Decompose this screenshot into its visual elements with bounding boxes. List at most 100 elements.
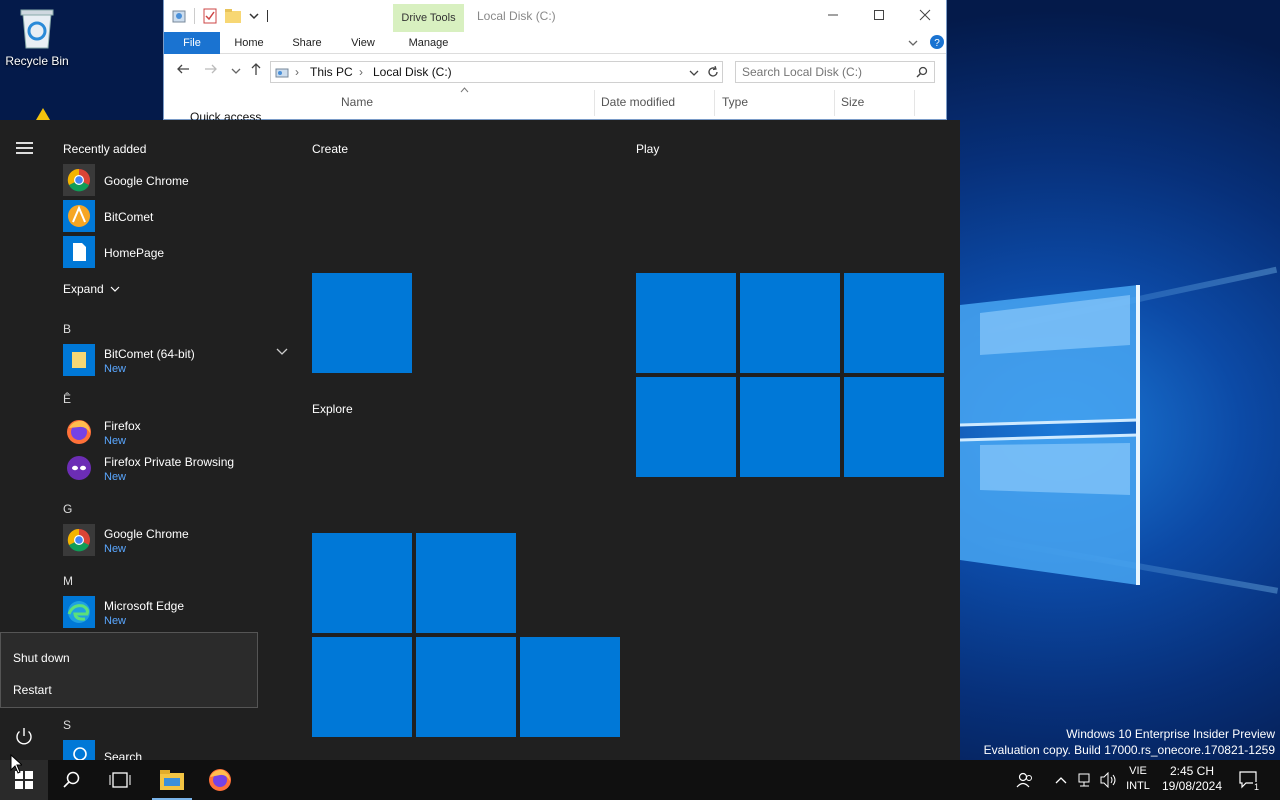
- letter-header-b[interactable]: B: [63, 322, 71, 336]
- expand-recent-button[interactable]: Expand: [63, 282, 120, 296]
- column-separator: [594, 90, 595, 116]
- recent-app-google-chrome[interactable]: Google Chrome: [63, 164, 293, 198]
- chrome-icon: [63, 524, 95, 556]
- back-button[interactable]: [174, 62, 192, 80]
- tile[interactable]: [416, 637, 516, 737]
- tile[interactable]: [740, 377, 840, 477]
- breadcrumb-separator: ›: [295, 65, 299, 79]
- ribbon-expand-chevron-icon[interactable]: [908, 38, 918, 48]
- tab-view[interactable]: View: [340, 32, 386, 54]
- separator: [194, 8, 195, 24]
- recent-locations-button[interactable]: [227, 62, 245, 80]
- group-title-create[interactable]: Create: [312, 142, 348, 156]
- new-folder-icon[interactable]: [225, 9, 241, 23]
- close-button[interactable]: [902, 6, 948, 26]
- breadcrumb-this-pc[interactable]: This PC: [310, 65, 353, 79]
- volume-button[interactable]: [1098, 760, 1120, 800]
- column-headers: Name Date modified Type Size: [164, 87, 948, 116]
- power-icon[interactable]: [12, 724, 36, 748]
- app-google-chrome[interactable]: Google Chrome New: [63, 524, 293, 558]
- tile[interactable]: [312, 533, 412, 633]
- app-firefox-private[interactable]: Firefox Private Browsing New: [63, 452, 293, 486]
- tile[interactable]: [740, 273, 840, 373]
- lang-layout: INTL: [1126, 780, 1150, 792]
- network-button[interactable]: [1074, 760, 1096, 800]
- forward-button[interactable]: [202, 62, 220, 80]
- customize-toolbar-chevron-icon[interactable]: [249, 11, 259, 21]
- new-badge: New: [104, 471, 127, 483]
- column-size[interactable]: Size: [841, 95, 864, 109]
- taskbar-search-button[interactable]: [48, 760, 96, 800]
- recent-app-homepage[interactable]: HomePage: [63, 236, 293, 270]
- tile[interactable]: [636, 273, 736, 373]
- up-button[interactable]: [247, 62, 265, 80]
- recycle-bin-icon: [20, 9, 54, 49]
- search-input[interactable]: [742, 63, 912, 81]
- tab-home[interactable]: Home: [224, 32, 274, 54]
- tile[interactable]: [416, 533, 516, 633]
- column-date-modified[interactable]: Date modified: [601, 95, 675, 109]
- group-title-play[interactable]: Play: [636, 142, 659, 156]
- tile[interactable]: [312, 273, 412, 373]
- task-view-button[interactable]: [96, 760, 144, 800]
- tab-file[interactable]: File: [164, 32, 220, 54]
- window-title: Local Disk (C:): [477, 9, 556, 23]
- search-icon: [63, 771, 80, 788]
- shut-down-option[interactable]: Shut down: [13, 651, 70, 665]
- minimize-button[interactable]: [810, 6, 856, 26]
- start-button[interactable]: [0, 760, 48, 800]
- address-dropdown-icon[interactable]: [689, 68, 699, 78]
- taskbar-file-explorer[interactable]: [148, 760, 196, 800]
- drive-properties-icon[interactable]: [172, 8, 186, 24]
- column-name[interactable]: Name: [341, 95, 373, 109]
- minimize-icon: [828, 14, 838, 16]
- tile[interactable]: [312, 637, 412, 737]
- maximize-button[interactable]: [856, 6, 902, 26]
- action-center-button[interactable]: 1: [1234, 760, 1264, 800]
- people-icon: [1016, 772, 1032, 788]
- letter-header-m[interactable]: M: [63, 574, 73, 588]
- expand-menu-button[interactable]: [16, 142, 33, 156]
- refresh-icon[interactable]: [707, 66, 719, 78]
- app-microsoft-edge[interactable]: Microsoft Edge New: [63, 596, 293, 630]
- app-firefox[interactable]: Firefox New: [63, 416, 293, 450]
- help-icon[interactable]: ?: [930, 35, 944, 49]
- people-button[interactable]: [1012, 760, 1038, 800]
- input-language-button[interactable]: VIE INTL: [1124, 764, 1152, 794]
- tab-manage[interactable]: Manage: [393, 32, 464, 54]
- mouse-cursor-icon: [10, 754, 22, 774]
- clock-button[interactable]: 2:45 CH 19/08/2024: [1158, 764, 1226, 794]
- app-search[interactable]: Search: [63, 740, 293, 760]
- windows-logo-wallpaper: [960, 285, 1140, 585]
- tile[interactable]: [844, 273, 944, 373]
- tile[interactable]: [844, 377, 944, 477]
- search-field[interactable]: [735, 61, 935, 83]
- tile[interactable]: [520, 637, 620, 737]
- app-name: Google Chrome: [104, 527, 189, 541]
- group-title-explore[interactable]: Explore: [312, 402, 353, 416]
- tab-share[interactable]: Share: [284, 32, 330, 54]
- new-badge: New: [104, 615, 127, 627]
- app-name: Firefox: [104, 419, 141, 433]
- column-type[interactable]: Type: [722, 95, 748, 109]
- hamburger-line: [16, 152, 33, 154]
- breadcrumb-separator: ›: [359, 65, 363, 79]
- recent-app-bitcomet[interactable]: BitComet: [63, 200, 293, 234]
- letter-header-s[interactable]: S: [63, 718, 71, 732]
- taskbar-firefox[interactable]: [196, 760, 244, 800]
- letter-header-e[interactable]: Ê: [63, 392, 71, 406]
- column-separator: [914, 90, 915, 116]
- breadcrumb-local-disk[interactable]: Local Disk (C:): [373, 65, 452, 79]
- letter-header-g[interactable]: G: [63, 502, 72, 516]
- restart-option[interactable]: Restart: [13, 683, 52, 697]
- sort-ascending-icon: [460, 87, 469, 93]
- expand-folder-chevron-icon[interactable]: [276, 348, 288, 356]
- warning-icon: [36, 108, 50, 120]
- recycle-bin[interactable]: Recycle Bin: [4, 6, 70, 68]
- app-bitcomet-64[interactable]: BitComet (64-bit) New: [63, 344, 293, 378]
- tile[interactable]: [636, 377, 736, 477]
- show-hidden-icons-button[interactable]: [1050, 760, 1072, 800]
- address-bar[interactable]: › This PC › Local Disk (C:): [270, 61, 723, 83]
- app-name: Search: [104, 750, 143, 760]
- properties-checklist-icon[interactable]: [203, 8, 217, 24]
